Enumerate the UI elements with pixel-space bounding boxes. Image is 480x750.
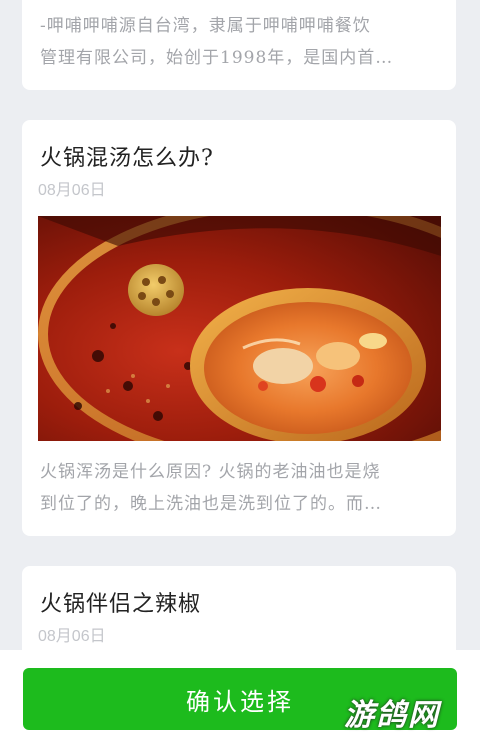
article-date: 08月06日 [38,628,106,645]
article-card[interactable]: 火锅伴侣之辣椒 08月06日 [22,566,456,650]
article-title: 火锅混汤怎么办? [40,146,214,171]
excerpt-line: -呷哺呷哺源自台湾，隶属于呷哺呷哺餐饮 [40,16,371,36]
article-card[interactable]: -呷哺呷哺源自台湾，隶属于呷哺呷哺餐饮 管理有限公司，始创于1998年，是国内首… [22,0,456,90]
article-excerpt: 火锅浑汤是什么原因? 火锅的老油油也是烧 到位了的，晚上洗油也是洗到位了的。而… [40,456,438,520]
site-watermark-logo: 游鸽网 [344,698,440,733]
excerpt-line: 到位了的，晚上洗油也是洗到位了的。而… [40,494,382,514]
excerpt-line: 管理有限公司，始创于1998年，是国内首… [40,48,394,68]
article-card[interactable]: 火锅混汤怎么办? 08月06日 火锅浑汤是什么原因? 火锅的老油油也是烧 到位了… [22,120,456,536]
article-date: 08月06日 [38,182,106,199]
excerpt-line: 火锅浑汤是什么原因? 火锅的老油油也是烧 [40,462,381,482]
article-list[interactable]: -呷哺呷哺源自台湾，隶属于呷哺呷哺餐饮 管理有限公司，始创于1998年，是国内首… [0,0,480,650]
hotpot-photo [38,216,441,441]
article-excerpt: -呷哺呷哺源自台湾，隶属于呷哺呷哺餐饮 管理有限公司，始创于1998年，是国内首… [40,10,438,74]
article-title: 火锅伴侣之辣椒 [40,592,202,617]
